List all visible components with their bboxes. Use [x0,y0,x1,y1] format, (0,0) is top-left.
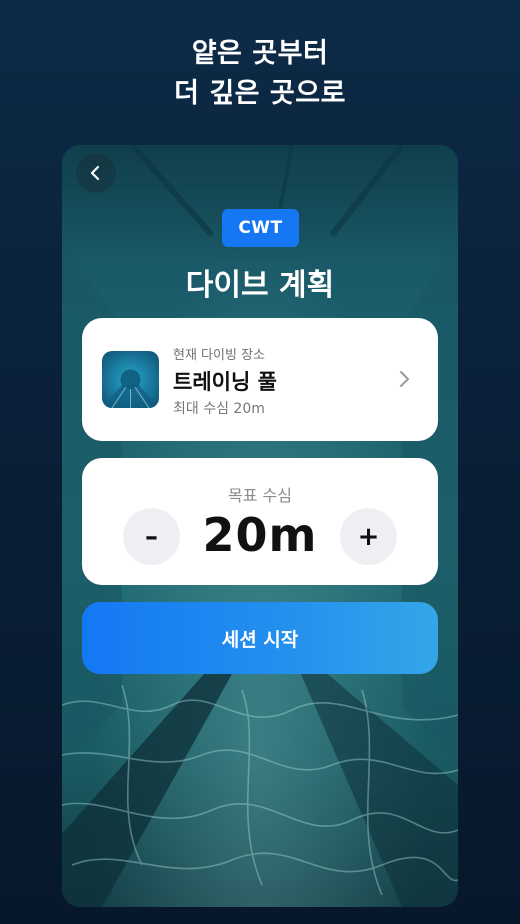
start-session-button[interactable]: 세션 시작 [82,602,438,674]
promo-line-2: 더 깊은 곳으로 [174,78,346,109]
chevron-right-icon [400,371,409,387]
chevron-left-icon [90,165,100,181]
location-thumbnail [102,351,159,408]
target-depth-label: 목표 수심 [228,486,292,505]
promo-line-1: 얕은 곳부터 [191,38,329,69]
location-caption: 현재 다이빙 장소 [173,348,265,363]
pool-thumbnail-image [102,369,159,408]
increase-depth-button[interactable]: + [340,508,397,565]
location-name: 트레이닝 풀 [173,370,277,394]
location-max-depth: 최대 수심 20m [173,401,265,417]
target-depth-card: 목표 수심 – 20m + [82,458,438,585]
promo-headline: 얕은 곳부터 더 깊은 곳으로 [0,34,520,114]
mode-badge: CWT [222,209,299,247]
page-title: 다이브 계획 [185,268,335,303]
app-screen: CWT 다이브 계획 현재 다이빙 장소 트레이닝 풀 최대 수심 20m 목표… [62,145,458,907]
location-card[interactable]: 현재 다이빙 장소 트레이닝 풀 최대 수심 20m [82,318,438,441]
back-button[interactable] [76,153,116,193]
